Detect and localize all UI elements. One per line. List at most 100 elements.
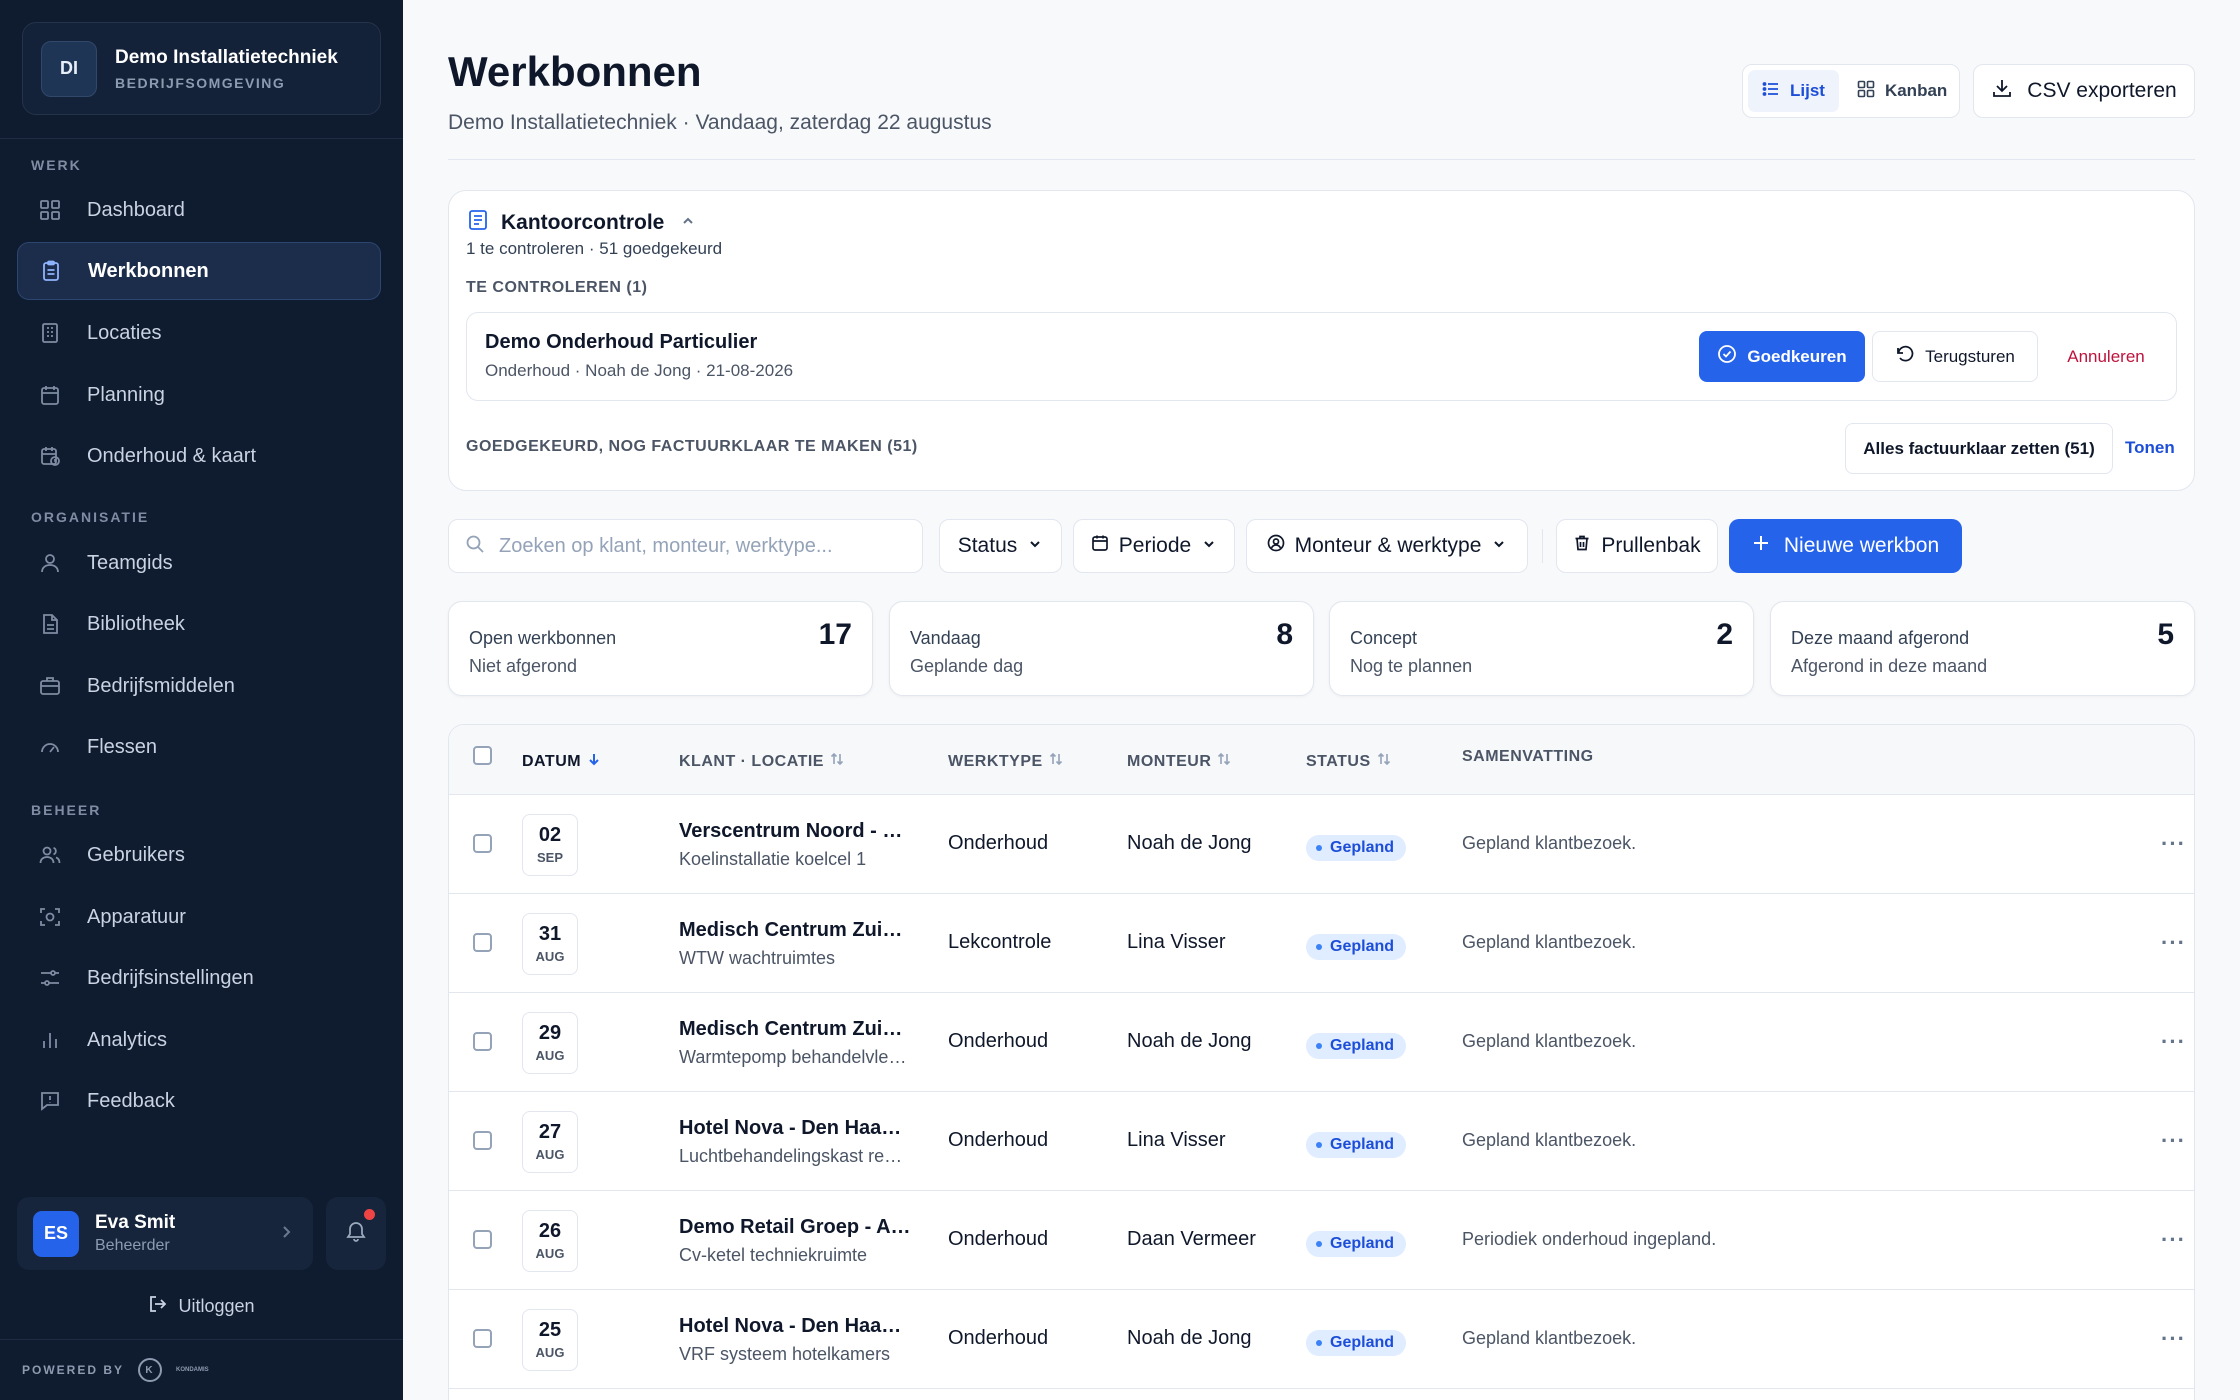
status-dot: [1316, 944, 1322, 950]
summary-cell: Gepland klantbezoek.: [1462, 1031, 1637, 1051]
logout-icon: [148, 1294, 168, 1319]
mechanic-worktype-filter-dropdown[interactable]: Monteur & werktype: [1246, 519, 1528, 573]
new-workorder-button[interactable]: Nieuwe werkbon: [1729, 519, 1962, 573]
return-button[interactable]: Terugsturen: [1872, 331, 2038, 382]
more-actions-icon[interactable]: ···: [2161, 831, 2186, 857]
sidebar-item-planning[interactable]: Planning: [17, 366, 381, 424]
search-input[interactable]: [499, 534, 899, 558]
stat-card-today[interactable]: Vandaag Geplande dag 8: [889, 601, 1314, 696]
sort-icon: [830, 752, 844, 771]
row-checkbox[interactable]: [473, 1131, 492, 1150]
sidebar-item-label: Flessen: [87, 735, 158, 758]
sidebar-item-apparatuur[interactable]: Apparatuur: [17, 888, 381, 946]
sidebar-item-feedback[interactable]: Feedback: [17, 1072, 381, 1130]
view-list-button[interactable]: Lijst: [1748, 70, 1839, 112]
sidebar-item-locaties[interactable]: Locaties: [17, 304, 381, 362]
more-actions-icon[interactable]: ···: [2161, 1029, 2186, 1055]
approve-label: Goedkeuren: [1747, 346, 1847, 366]
sidebar-item-teamgids[interactable]: Teamgids: [17, 534, 381, 592]
more-actions-icon[interactable]: ···: [2161, 1128, 2186, 1154]
sort-icon: [1377, 752, 1391, 771]
row-checkbox[interactable]: [473, 933, 492, 952]
sidebar-item-dashboard[interactable]: Dashboard: [17, 181, 381, 239]
client-name[interactable]: Demo Retail Groep - Amersfoort: [679, 1216, 911, 1239]
stat-sub: Afgerond in deze maand: [1791, 656, 1988, 676]
mechanic-cell: Noah de Jong: [1127, 832, 1252, 854]
sidebar-item-label: Analytics: [87, 1028, 168, 1051]
show-approved-link[interactable]: Tonen: [2125, 438, 2175, 458]
column-header-date[interactable]: DATUM: [522, 752, 601, 771]
column-header-status[interactable]: STATUS: [1306, 752, 1391, 771]
stat-card-concept[interactable]: Concept Nog te plannen 2: [1329, 601, 1754, 696]
sidebar-item-bibliotheek[interactable]: Bibliotheek: [17, 595, 381, 653]
status-dot: [1316, 1142, 1322, 1148]
summary-cell: Gepland klantbezoek.: [1462, 1130, 1637, 1150]
worktype-cell: Onderhoud: [948, 1327, 1049, 1349]
status-filter-dropdown[interactable]: Status: [939, 519, 1062, 573]
summary-cell: Gepland klantbezoek.: [1462, 1328, 1637, 1348]
logout-button[interactable]: Uitloggen: [0, 1294, 403, 1319]
bell-icon: [344, 1219, 368, 1248]
notifications-button[interactable]: [326, 1197, 386, 1270]
search-box[interactable]: [448, 519, 923, 573]
stat-card-completed-month[interactable]: Deze maand afgerond Afgerond in deze maa…: [1770, 601, 2195, 696]
to-check-heading: TE CONTROLEREN (1): [466, 279, 648, 296]
select-all-checkbox[interactable]: [473, 746, 492, 765]
view-kanban-button[interactable]: Kanban: [1843, 70, 1961, 112]
sidebar-divider: [0, 1339, 403, 1340]
org-switcher[interactable]: DI Demo Installatietechniek BEDRIJFSOMGE…: [22, 22, 381, 115]
chevron-up-icon[interactable]: [680, 211, 696, 235]
table-row[interactable]: 26 AUG Demo Retail Groep - Amersfoort Cv…: [449, 1191, 2194, 1290]
column-header-mechanic[interactable]: MONTEUR: [1127, 752, 1231, 771]
chevron-down-icon: [1027, 534, 1043, 558]
table-row[interactable]: 29 AUG Medisch Centrum Zuid - Breda Warm…: [449, 993, 2194, 1092]
user-menu[interactable]: ES Eva Smit Beheerder: [17, 1197, 313, 1270]
sidebar-item-onderhoud-kaart[interactable]: Onderhoud & kaart: [17, 427, 381, 485]
row-checkbox[interactable]: [473, 1329, 492, 1348]
client-name[interactable]: Hotel Nova - Den Haag Centrum: [679, 1117, 911, 1140]
column-header-label: MONTEUR: [1127, 752, 1212, 770]
list-icon: [1762, 80, 1780, 103]
set-all-invoice-ready-button[interactable]: Alles factuurklaar zetten (51): [1845, 423, 2113, 474]
approve-button[interactable]: Goedkeuren: [1699, 331, 1865, 382]
client-name[interactable]: Verscentrum Noord - Zwolle: [679, 820, 911, 843]
sidebar-item-analytics[interactable]: Analytics: [17, 1011, 381, 1069]
column-header-worktype[interactable]: WERKTYPE: [948, 752, 1063, 771]
date-month: SEP: [536, 850, 563, 865]
stat-sub: Geplande dag: [910, 656, 1024, 676]
more-actions-icon[interactable]: ···: [2161, 1227, 2186, 1253]
status-badge: Gepland: [1306, 1231, 1407, 1257]
mechanic-cell: Daan Vermeer: [1127, 1228, 1256, 1250]
trash-button[interactable]: Prullenbak: [1556, 519, 1718, 573]
sidebar-item-bedrijfsmiddelen[interactable]: Bedrijfsmiddelen: [17, 657, 381, 715]
client-name[interactable]: Medisch Centrum Zuid - Breda: [679, 1018, 911, 1041]
sidebar-item-werkbonnen[interactable]: Werkbonnen: [17, 242, 381, 300]
more-actions-icon[interactable]: ···: [2161, 930, 2186, 956]
csv-export-button[interactable]: CSV exporteren: [1973, 64, 2195, 118]
review-item-title[interactable]: Demo Onderhoud Particulier: [485, 331, 757, 354]
column-header-label: SAMENVATTING: [1462, 748, 1594, 765]
row-checkbox[interactable]: [473, 1230, 492, 1249]
more-actions-icon[interactable]: ···: [2161, 1326, 2186, 1352]
review-header[interactable]: Kantoorcontrole: [467, 209, 696, 237]
table-row[interactable]: 25 AUG Hotel Nova - Den Haag Centrum VRF…: [449, 1290, 2194, 1389]
column-header-client[interactable]: KLANT · LOCATIE: [679, 752, 844, 771]
table-row[interactable]: 02 SEP Verscentrum Noord - Zwolle Koelin…: [449, 795, 2194, 894]
sidebar-item-bedrijfsinstellingen[interactable]: Bedrijfsinstellingen: [17, 949, 381, 1007]
sidebar-item-gebruikers[interactable]: Gebruikers: [17, 826, 381, 884]
row-checkbox[interactable]: [473, 1032, 492, 1051]
period-filter-dropdown[interactable]: Periode: [1073, 519, 1235, 573]
row-checkbox[interactable]: [473, 834, 492, 853]
table-row[interactable]: 31 AUG Medisch Centrum Zuid - Breda WTW …: [449, 894, 2194, 993]
client-name[interactable]: Medisch Centrum Zuid - Breda: [679, 919, 911, 942]
cancel-button[interactable]: Annuleren: [2051, 331, 2161, 382]
sidebar-item-flessen[interactable]: Flessen: [17, 718, 381, 776]
brand-logo-icon: K: [138, 1358, 163, 1382]
date-month: AUG: [535, 1147, 565, 1162]
stat-card-open[interactable]: Open werkbonnen Niet afgerond 17: [448, 601, 873, 696]
mechanic-cell: Lina Visser: [1127, 931, 1226, 953]
client-name[interactable]: Hotel Nova - Den Haag Centrum: [679, 1315, 911, 1338]
table-row[interactable]: 27 AUG Hotel Nova - Den Haag Centrum Luc…: [449, 1092, 2194, 1191]
filter-bar: Status Periode Monteur & werktype: [448, 519, 2195, 573]
sidebar-item-label: Feedback: [87, 1089, 175, 1112]
